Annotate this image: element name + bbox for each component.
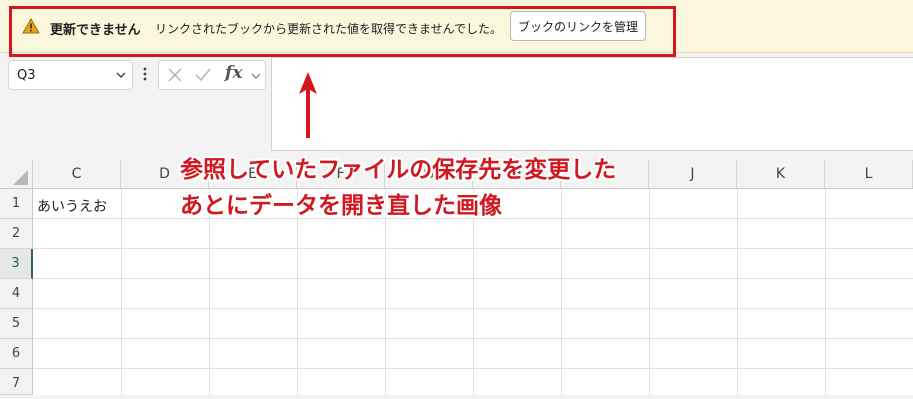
cell-c1[interactable]: あいうえお <box>37 196 107 216</box>
chevron-down-icon[interactable] <box>115 69 127 81</box>
row-header[interactable]: 2 <box>0 219 33 249</box>
chevron-down-icon[interactable] <box>251 71 261 81</box>
annotation-line-2: あとにデータを開き直した画像 <box>180 193 502 219</box>
column-divider <box>649 189 650 395</box>
formula-input[interactable] <box>271 57 913 151</box>
column-header[interactable]: C <box>33 160 121 188</box>
column-divider <box>825 189 826 395</box>
insert-function-icon[interactable]: fx <box>225 63 242 83</box>
message-text: リンクされたブックから更新された値を取得できませんでした。 <box>155 22 503 36</box>
column-divider <box>737 189 738 395</box>
row-header[interactable]: 1 <box>0 189 33 219</box>
name-box-value: Q3 <box>17 68 36 83</box>
column-header[interactable]: J <box>649 160 737 188</box>
arrow-up-icon <box>299 72 317 138</box>
warning-icon <box>22 18 40 34</box>
row-header-active[interactable]: 3 <box>0 249 33 279</box>
row-header[interactable]: 7 <box>0 369 33 395</box>
row-header[interactable]: 6 <box>0 339 33 369</box>
name-box[interactable]: Q3 <box>8 60 133 90</box>
column-divider <box>561 189 562 395</box>
column-header[interactable]: L <box>825 160 913 188</box>
more-vertical-icon[interactable] <box>140 63 150 85</box>
column-divider <box>121 189 122 395</box>
column-header[interactable]: K <box>737 160 825 188</box>
select-all-triangle-icon <box>13 170 28 185</box>
message-bar: 更新できません リンクされたブックから更新された値を取得できませんでした。 ブッ… <box>0 0 913 53</box>
row-header[interactable]: 5 <box>0 309 33 339</box>
annotation-line-1: 参照していたファイルの保存先を変更した <box>180 157 617 183</box>
row-header[interactable]: 4 <box>0 279 33 309</box>
enter-icon[interactable] <box>194 67 212 83</box>
select-all-corner[interactable] <box>0 160 33 189</box>
formula-controls: fx <box>158 60 266 90</box>
message-title: 更新できません <box>50 23 141 38</box>
cancel-icon[interactable] <box>167 67 183 83</box>
manage-workbook-links-button[interactable]: ブックのリンクを管理 <box>510 11 646 41</box>
